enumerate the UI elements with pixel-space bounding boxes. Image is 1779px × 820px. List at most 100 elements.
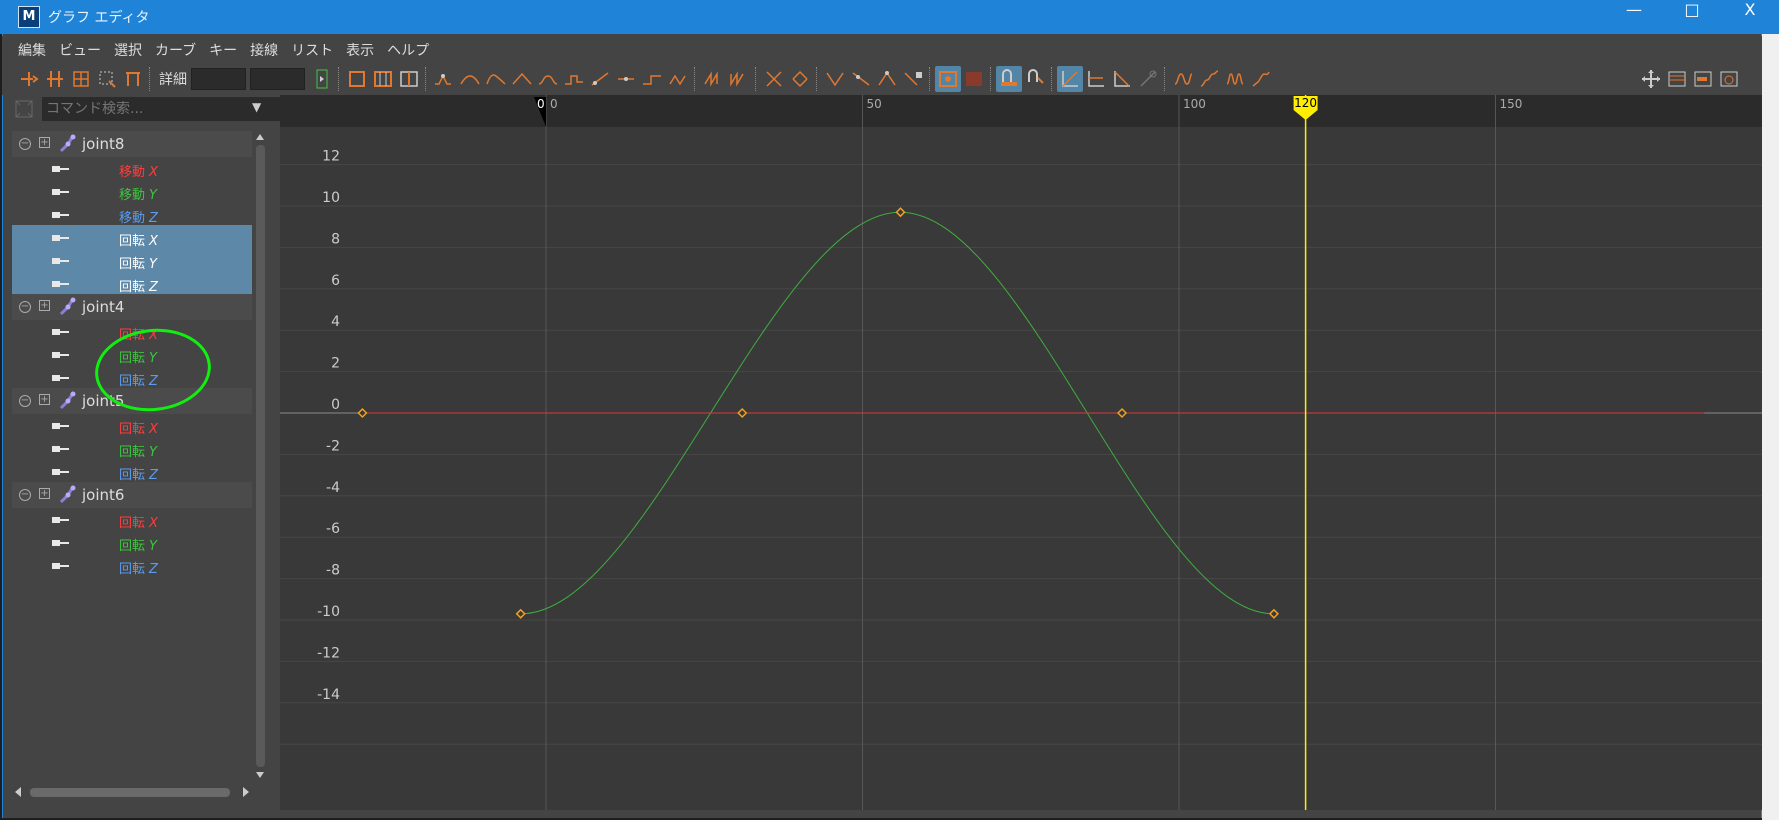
menu-view[interactable]: ビュー: [59, 40, 101, 60]
spline-tangent-icon[interactable]: [457, 66, 483, 92]
outliner-group-joint8[interactable]: − + joint8: [12, 131, 252, 157]
load-graph-icon[interactable]: [961, 66, 987, 92]
menu-help[interactable]: ヘルプ: [387, 40, 429, 60]
outliner-horizontal-scrollbar[interactable]: [12, 785, 252, 799]
time-editor-icon[interactable]: [1716, 66, 1742, 92]
value-tick-label: -14: [317, 687, 340, 703]
joint-name: joint8: [82, 135, 125, 153]
infinity-post-icon[interactable]: [726, 66, 752, 92]
time-ruler[interactable]: [280, 95, 1762, 127]
absolute-view-icon[interactable]: [1083, 66, 1109, 92]
cycle-with-offset-icon[interactable]: [1196, 66, 1222, 92]
pre-infinity-cycle-icon[interactable]: [1135, 66, 1161, 92]
trax-editor-icon[interactable]: [1690, 66, 1716, 92]
graph-view[interactable]: 0 50 100 150 0 12 10 8 6 4 2 0 -2 -4 -6 -8 -10 -12 -14 120: [280, 95, 1762, 810]
linear-tangent-icon[interactable]: [509, 66, 535, 92]
menu-curves[interactable]: カーブ: [155, 40, 196, 60]
channel-toggle-icon[interactable]: [309, 66, 335, 92]
attribute-plug-icon: [52, 375, 69, 381]
value-stats-field[interactable]: [250, 68, 305, 90]
attribute-label: 回転 X: [119, 516, 158, 531]
collapse-icon[interactable]: −: [19, 395, 31, 407]
outliner-group-joint4[interactable]: − + joint4: [12, 294, 252, 320]
collapse-icon[interactable]: −: [19, 138, 31, 150]
lattice-deform-icon[interactable]: [68, 66, 94, 92]
auto-tangent-icon[interactable]: [431, 66, 457, 92]
menu-keys[interactable]: キー: [209, 40, 237, 60]
menu-show[interactable]: 表示: [346, 40, 374, 60]
graph-canvas[interactable]: 0 50 100 150 0 12 10 8 6 4 2 0 -2 -4 -6 -8 -10 -12 -14 120: [280, 95, 1762, 810]
dope-sheet-icon[interactable]: [1664, 66, 1690, 92]
expand-icon[interactable]: +: [39, 300, 50, 311]
menu-list[interactable]: リスト: [291, 40, 333, 60]
collapse-icon[interactable]: −: [19, 301, 31, 313]
buffer-curve-icon[interactable]: [822, 66, 848, 92]
cycle-icon[interactable]: [1170, 66, 1196, 92]
infinity-pre-icon[interactable]: [700, 66, 726, 92]
maximize-button[interactable]: □: [1663, 0, 1721, 34]
menu-tangents[interactable]: 接線: [250, 40, 278, 60]
auto-load-graph-icon[interactable]: [935, 66, 961, 92]
attribute-plug-icon: [52, 469, 69, 475]
curve-outliner: ▼ −+joint8移動X移動Y移動Z回転X回転Y回転Z−+joint4回転X回…: [12, 95, 280, 810]
step-tangent-icon[interactable]: [561, 66, 587, 92]
joint-name: joint6: [82, 486, 125, 504]
attribute-plug-icon: [52, 517, 69, 523]
menu-select[interactable]: 選択: [114, 40, 142, 60]
time-snap-icon[interactable]: [996, 66, 1022, 92]
denormalize-icon[interactable]: [787, 66, 813, 92]
menu-bar: 編集 ビュー 選択 カーブ キー 接線 リスト 表示 ヘルプ: [2, 36, 1762, 63]
insert-key-icon[interactable]: [42, 66, 68, 92]
title-bar: M グラフ エディタ — □ X: [0, 0, 1779, 34]
flat-tangent-icon[interactable]: [535, 66, 561, 92]
value-snap-icon[interactable]: [1022, 66, 1048, 92]
value-tick-label: 6: [331, 273, 340, 289]
value-tick-label: 8: [331, 231, 340, 247]
frame-stats-field[interactable]: [191, 68, 246, 90]
minimize-button[interactable]: —: [1605, 0, 1663, 34]
normalized-view-icon[interactable]: [1109, 66, 1135, 92]
close-button[interactable]: X: [1721, 0, 1779, 34]
joint-icon: [59, 134, 76, 153]
value-tick-label: 12: [322, 149, 340, 165]
retime-tool-icon[interactable]: [120, 66, 146, 92]
center-current-time-icon[interactable]: [396, 66, 422, 92]
window-title: グラフ エディタ: [48, 10, 150, 26]
outliner-group-joint6[interactable]: − + joint6: [12, 482, 252, 508]
move-view-icon[interactable]: [1638, 66, 1664, 92]
attribute-label: 回転 X: [119, 422, 158, 437]
outliner-vertical-scrollbar[interactable]: [254, 131, 266, 781]
lock-key-icon[interactable]: [900, 66, 926, 92]
frame-all-icon[interactable]: [344, 66, 370, 92]
normalize-icon[interactable]: [761, 66, 787, 92]
plateau-tangent-icon[interactable]: [587, 66, 613, 92]
snap-icon[interactable]: [874, 66, 900, 92]
attribute-plug-icon: [52, 329, 69, 335]
outliner-attribute-row[interactable]: 回転 Z: [12, 553, 252, 579]
attribute-plug-icon: [52, 540, 69, 546]
expand-icon[interactable]: +: [39, 488, 50, 499]
menu-edit[interactable]: 編集: [18, 40, 46, 60]
attribute-plug-icon: [52, 281, 69, 287]
oscillate-icon[interactable]: [1222, 66, 1248, 92]
unify-tangent-icon[interactable]: [639, 66, 665, 92]
collapse-icon[interactable]: −: [19, 489, 31, 501]
toolbar-separator: [149, 67, 152, 91]
background-window-strip: [1762, 34, 1779, 820]
chevron-down-icon[interactable]: ▼: [252, 100, 261, 114]
swap-buffer-icon[interactable]: [848, 66, 874, 92]
region-select-icon[interactable]: [94, 66, 120, 92]
clamped-tangent-icon[interactable]: [483, 66, 509, 92]
move-nearest-key-icon[interactable]: [16, 66, 42, 92]
ruler-tick-label: 150: [1500, 97, 1523, 111]
expand-icon[interactable]: +: [39, 394, 50, 405]
frame-playback-range-icon[interactable]: [370, 66, 396, 92]
expand-icon[interactable]: +: [39, 137, 50, 148]
linear-infinity-icon[interactable]: [1248, 66, 1274, 92]
command-search-input[interactable]: [42, 97, 280, 121]
stacked-curves-icon[interactable]: [1057, 66, 1083, 92]
free-tangent-weight-icon[interactable]: [665, 66, 691, 92]
attribute-label: 移動 X: [119, 165, 158, 180]
attribute-label: 移動 Y: [119, 188, 157, 203]
break-tangent-icon[interactable]: [613, 66, 639, 92]
